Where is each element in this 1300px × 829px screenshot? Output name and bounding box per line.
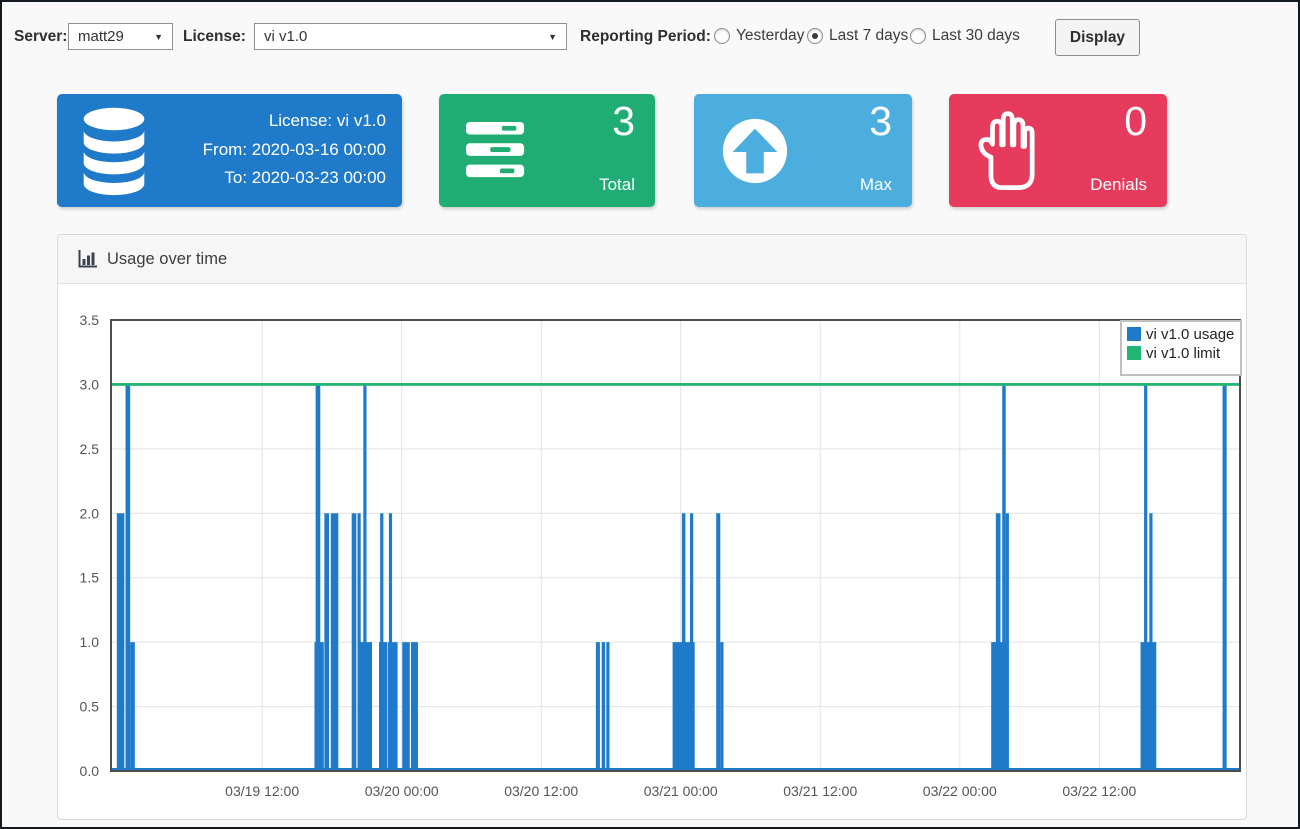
y-axis-tick-label: 1.0	[80, 634, 100, 650]
bar-chart-icon	[78, 250, 98, 268]
usage-bar	[606, 642, 609, 771]
license-label: License:	[183, 28, 246, 46]
usage-bar	[363, 384, 366, 771]
radio-icon[interactable]	[714, 28, 730, 44]
total-card: 3 Total	[439, 94, 655, 207]
max-card: 3 Max	[694, 94, 912, 207]
total-label: Total	[599, 175, 635, 195]
license-select-value: vi v1.0	[264, 28, 307, 45]
usage-bar	[716, 513, 720, 771]
usage-bar	[1149, 513, 1152, 771]
y-axis-tick-label: 0.5	[80, 699, 100, 715]
legend-swatch	[1127, 346, 1141, 360]
radio-yesterday-label: Yesterday	[736, 27, 804, 45]
y-axis-tick-label: 2.5	[80, 441, 100, 457]
radio-last-30-days[interactable]: Last 30 days	[910, 27, 1020, 45]
from-date-line: From: 2020-03-16 00:00	[203, 136, 386, 165]
usage-panel: Usage over time 0.0 0.5 1.0 1.5 2.0 2.5 3.0 3.5…	[57, 234, 1247, 820]
arrow-up-circle-icon	[720, 115, 790, 187]
max-value: 3	[869, 96, 892, 147]
usage-bar	[720, 642, 723, 771]
license-period-text: License: vi v1.0 From: 2020-03-16 00:00 …	[203, 107, 386, 193]
max-label: Max	[860, 175, 892, 195]
usage-bar	[380, 513, 383, 771]
x-axis-tick-label: 03/21 12:00	[783, 783, 857, 799]
x-axis-tick-label: 03/20 00:00	[365, 783, 439, 799]
usage-bar	[602, 642, 605, 771]
usage-bar	[389, 513, 392, 771]
radio-last-7-days[interactable]: Last 7 days	[807, 27, 908, 45]
usage-bar	[117, 513, 125, 771]
usage-bar	[996, 513, 1001, 771]
usage-bar	[1223, 384, 1227, 771]
usage-bar	[126, 384, 131, 771]
radio-icon[interactable]	[807, 28, 823, 44]
usage-bar	[331, 513, 339, 771]
radio-last-30-days-label: Last 30 days	[932, 27, 1020, 45]
limit-line	[111, 383, 1240, 386]
x-axis-tick-label: 03/22 12:00	[1062, 783, 1136, 799]
server-select[interactable]: matt29 ▼	[68, 23, 173, 50]
license-select[interactable]: vi v1.0 ▼	[254, 23, 567, 50]
usage-bar	[690, 513, 693, 771]
panel-title: Usage over time	[107, 250, 227, 269]
total-value: 3	[612, 96, 635, 147]
license-period-card: License: vi v1.0 From: 2020-03-16 00:00 …	[57, 94, 402, 207]
server-select-value: matt29	[78, 28, 124, 45]
server-stack-icon	[465, 119, 527, 183]
usage-bar	[316, 384, 321, 771]
radio-yesterday[interactable]: Yesterday	[714, 27, 804, 45]
usage-bar	[1002, 384, 1005, 771]
server-label: Server:	[14, 28, 67, 46]
denials-card: 0 Denials	[949, 94, 1167, 207]
y-axis-tick-label: 0.0	[80, 763, 100, 779]
usage-over-time-chart: 0.0 0.5 1.0 1.5 2.0 2.5 3.0 3.5 03/19 12:00 03/20…	[58, 284, 1248, 820]
x-axis-tick-label: 03/19 12:00	[225, 783, 299, 799]
caret-down-icon: ▼	[548, 32, 557, 42]
display-button[interactable]: Display	[1055, 19, 1140, 56]
usage-bar	[1144, 384, 1147, 771]
denials-value: 0	[1124, 96, 1147, 147]
usage-panel-header: Usage over time	[58, 235, 1246, 284]
y-axis-tick-label: 3.0	[80, 376, 100, 392]
legend-swatch	[1127, 327, 1141, 341]
usage-bar	[596, 642, 600, 771]
usage-bar	[402, 642, 410, 771]
caret-down-icon: ▼	[154, 32, 163, 42]
x-axis-tick-label: 03/21 00:00	[644, 783, 718, 799]
legend-label: vi v1.0 limit	[1146, 345, 1221, 362]
x-axis-tick-label: 03/22 00:00	[923, 783, 997, 799]
legend-label: vi v1.0 usage	[1146, 326, 1234, 343]
x-axis-tick-label: 03/20 12:00	[504, 783, 578, 799]
radio-icon[interactable]	[910, 28, 926, 44]
database-icon	[77, 106, 151, 196]
y-axis-tick-label: 2.0	[80, 505, 100, 521]
usage-bar	[357, 513, 360, 771]
hand-stop-icon	[971, 109, 1043, 193]
usage-bar	[411, 642, 418, 771]
y-axis-tick-label: 3.5	[80, 312, 100, 328]
reporting-period-label: Reporting Period:	[580, 28, 711, 46]
usage-bar	[352, 513, 357, 771]
license-name-line: License: vi v1.0	[203, 107, 386, 136]
radio-last-7-days-label: Last 7 days	[829, 27, 908, 45]
to-date-line: To: 2020-03-23 00:00	[203, 164, 386, 193]
y-axis-tick-label: 1.5	[80, 570, 100, 586]
usage-bar	[324, 513, 329, 771]
usage-bar	[130, 642, 135, 771]
usage-bar	[1141, 642, 1157, 771]
usage-bar	[682, 513, 685, 771]
denials-label: Denials	[1090, 175, 1147, 195]
usage-bar	[1006, 513, 1009, 771]
